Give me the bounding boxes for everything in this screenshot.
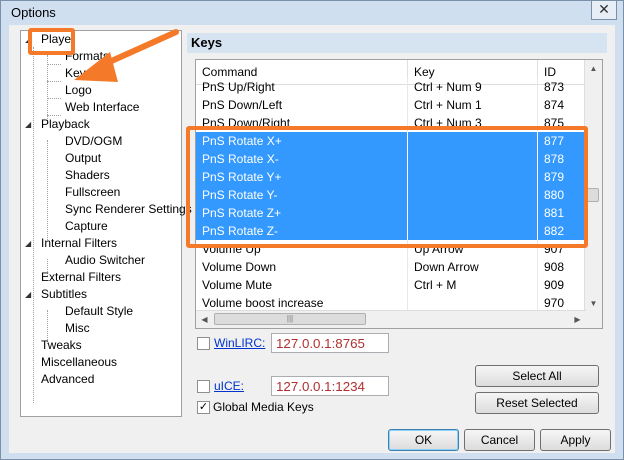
annotation-arrow-icon (74, 29, 179, 82)
